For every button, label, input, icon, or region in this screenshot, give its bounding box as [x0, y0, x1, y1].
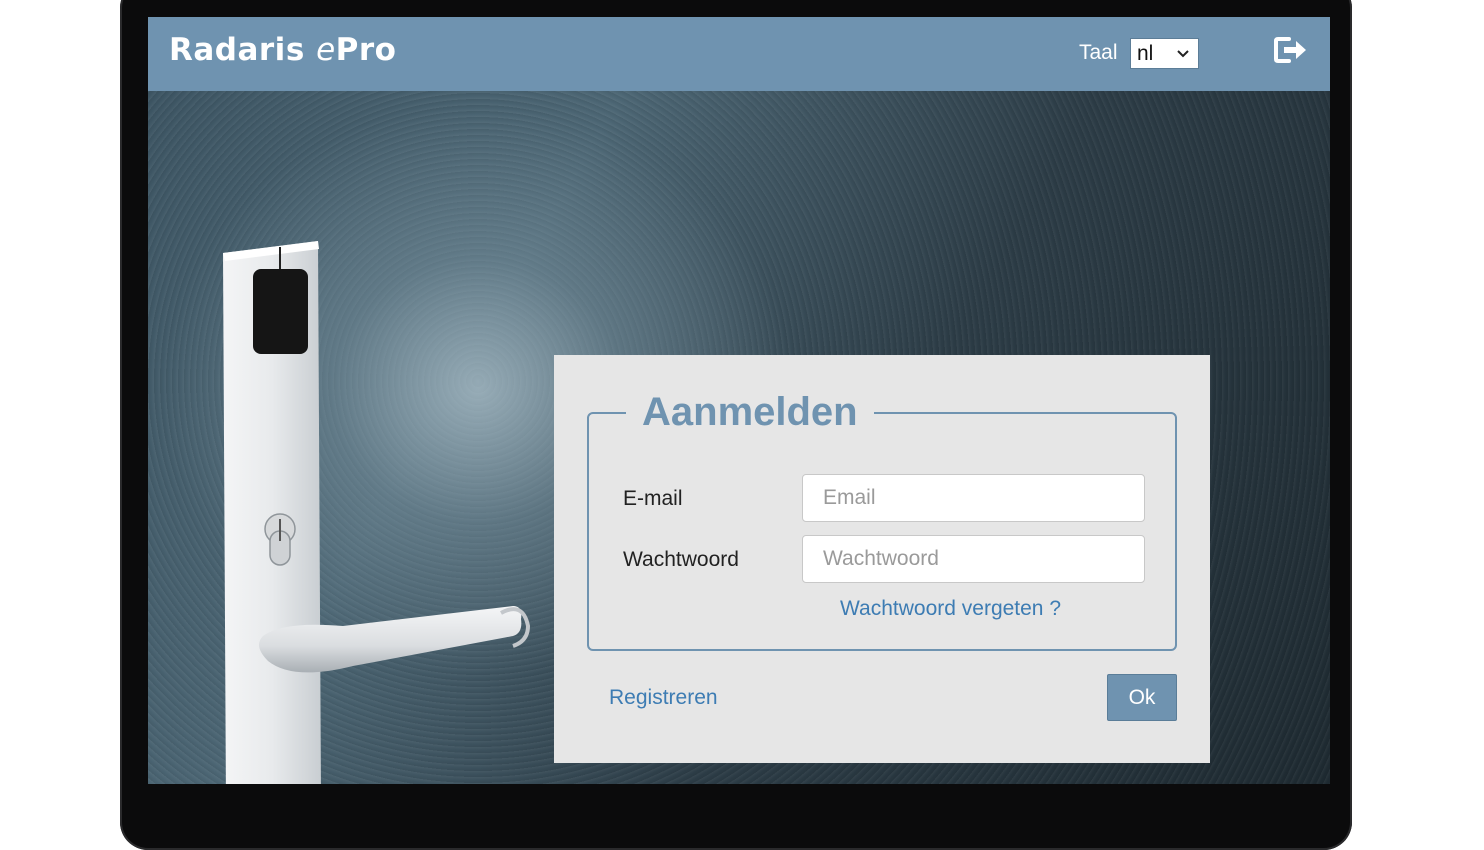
brand-logo: Radaris ePro: [169, 32, 396, 68]
background-image: Aanmelden E-mail Wachtwoord Wachtwoord v…: [148, 91, 1330, 784]
ok-button[interactable]: Ok: [1107, 674, 1177, 721]
app-header: Radaris ePro Taal nl: [148, 17, 1330, 91]
password-input[interactable]: [802, 535, 1145, 583]
screen: Radaris ePro Taal nl Aanmelden E-mail Em…: [148, 17, 1330, 784]
chevron-down-icon: [1176, 45, 1190, 68]
forgot-password-link[interactable]: Wachtwoord vergeten ?: [840, 597, 1061, 621]
brand-main: Radaris: [169, 32, 317, 68]
language-label: Taal: [1079, 41, 1118, 64]
language-select[interactable]: nl: [1130, 38, 1199, 69]
login-panel: Aanmelden E-mail Wachtwoord Wachtwoord v…: [554, 355, 1210, 763]
language-value: nl: [1137, 42, 1154, 65]
email-input[interactable]: [802, 474, 1145, 522]
logout-icon[interactable]: [1272, 34, 1310, 66]
brand-e: e: [316, 32, 336, 68]
register-link[interactable]: Registreren: [609, 686, 718, 710]
password-label: Wachtwoord: [623, 548, 739, 571]
login-title: Aanmelden: [626, 388, 874, 436]
email-label: E-mail: [623, 487, 683, 510]
login-fieldset: Aanmelden E-mail Wachtwoord Wachtwoord v…: [587, 388, 1177, 651]
brand-pro: Pro: [335, 32, 397, 68]
